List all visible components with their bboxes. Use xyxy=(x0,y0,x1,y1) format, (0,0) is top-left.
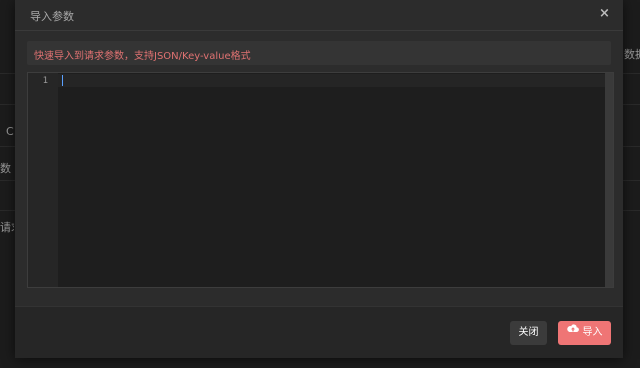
code-editor[interactable]: 1 xyxy=(27,72,614,288)
close-button[interactable]: 关闭 xyxy=(510,321,547,345)
background-text-fragment: 数据 xyxy=(624,48,640,61)
background-text-fragment: 数 xyxy=(0,162,11,175)
line-number: 1 xyxy=(42,76,48,86)
background-text-fragment: 请求 xyxy=(0,221,14,234)
editor-scrollbar[interactable] xyxy=(605,73,613,287)
close-button-label: 关闭 xyxy=(518,327,539,338)
import-button-label: 导入 xyxy=(582,327,603,338)
dialog-title: 导入参数 xyxy=(30,10,74,23)
editor-cursor xyxy=(62,75,63,86)
editor-gutter: 1 xyxy=(28,73,58,287)
import-params-dialog: 导入参数 × 快速导入到请求参数，支持JSON/Key-value格式 1 关闭… xyxy=(15,0,623,358)
dialog-footer: 关闭 导入 xyxy=(15,306,623,358)
editor-text-area[interactable] xyxy=(58,73,605,287)
close-icon[interactable]: × xyxy=(599,7,610,21)
dialog-header: 导入参数 × xyxy=(15,0,623,31)
import-button[interactable]: 导入 xyxy=(558,321,611,345)
cloud-upload-icon xyxy=(566,319,579,343)
import-tip-text: 快速导入到请求参数，支持JSON/Key-value格式 xyxy=(34,51,251,62)
import-tip-banner: 快速导入到请求参数，支持JSON/Key-value格式 xyxy=(27,41,611,65)
